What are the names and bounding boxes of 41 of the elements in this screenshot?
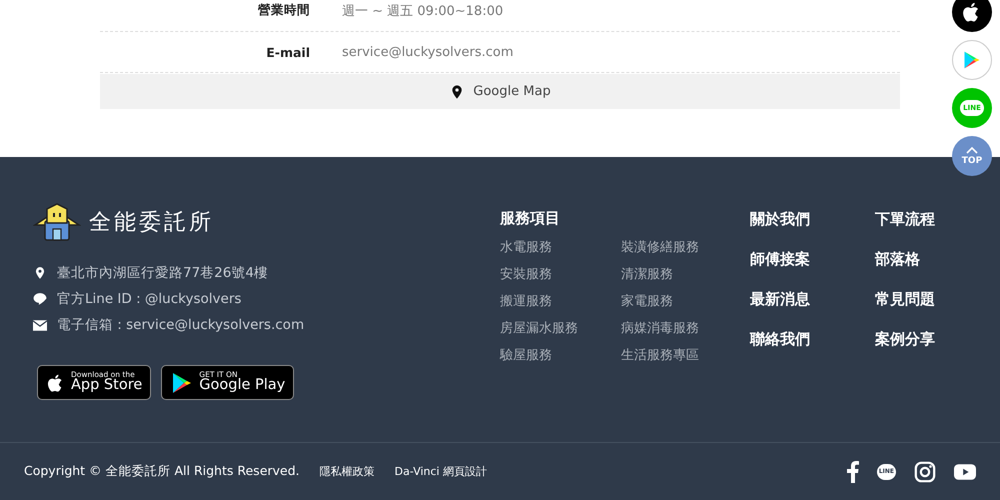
footer-link[interactable]: 案例分享 <box>875 329 975 349</box>
house-logo-icon <box>33 203 81 241</box>
service-link[interactable]: 驗屋服務 <box>500 346 621 364</box>
service-link[interactable]: 家電服務 <box>621 292 751 310</box>
service-link[interactable]: 水電服務 <box>500 238 621 256</box>
footer-link[interactable]: 師傅接案 <box>750 249 875 269</box>
copyright-text: Copyright © 全能委託所 All Rights Reserved. <box>24 463 300 480</box>
service-link[interactable]: 裝潢修繕服務 <box>621 238 751 256</box>
footer-link[interactable]: 聯絡我們 <box>750 329 875 349</box>
service-link[interactable]: 安裝服務 <box>500 265 621 283</box>
mail-icon <box>33 320 47 330</box>
contact-text: 臺北市內湖區行愛路77巷26號4樓 <box>57 264 268 282</box>
play-triangle-icon <box>962 50 982 70</box>
service-link[interactable]: 生活服務專區 <box>621 346 751 364</box>
contact-text: 官方Line ID : @luckysolvers <box>57 290 242 308</box>
chat-bubble-icon <box>33 292 47 306</box>
brand-name: 全能委託所 <box>89 209 214 237</box>
location-pin-icon <box>33 265 47 281</box>
service-link[interactable]: 房屋漏水服務 <box>500 319 621 337</box>
footer-link[interactable]: 部落格 <box>875 249 975 269</box>
instagram-icon[interactable] <box>914 460 936 482</box>
google-map-button[interactable]: Google Map <box>100 74 900 109</box>
service-link[interactable]: 搬運服務 <box>500 292 621 310</box>
contact-text: 電子信箱 : service@luckysolvers.com <box>57 316 304 334</box>
youtube-icon[interactable] <box>954 464 976 480</box>
footer-link[interactable]: 常見問題 <box>875 289 975 309</box>
footer-link[interactable]: 最新消息 <box>750 289 875 309</box>
footer-link[interactable]: 下單流程 <box>875 209 975 229</box>
footer-link[interactable]: 隱私權政策 <box>320 464 375 479</box>
field-value: service@luckysolvers.com <box>342 44 514 60</box>
section-heading: 服務項目 <box>500 209 561 228</box>
caret-up-icon <box>966 146 978 154</box>
service-link[interactable]: 清潔服務 <box>621 265 751 283</box>
field-value: 週一 ~ 週五 09:00~18:00 <box>342 3 504 20</box>
service-link[interactable]: 病媒消毒服務 <box>621 319 751 337</box>
apple-app-button[interactable] <box>952 0 992 32</box>
field-label: E-mail <box>265 44 310 60</box>
footer-link[interactable]: Da-Vinci 網頁設計 <box>394 464 487 479</box>
field-label: 營業時間 <box>257 2 310 19</box>
facebook-icon[interactable] <box>846 460 859 482</box>
footer-link[interactable]: 關於我們 <box>750 209 875 229</box>
